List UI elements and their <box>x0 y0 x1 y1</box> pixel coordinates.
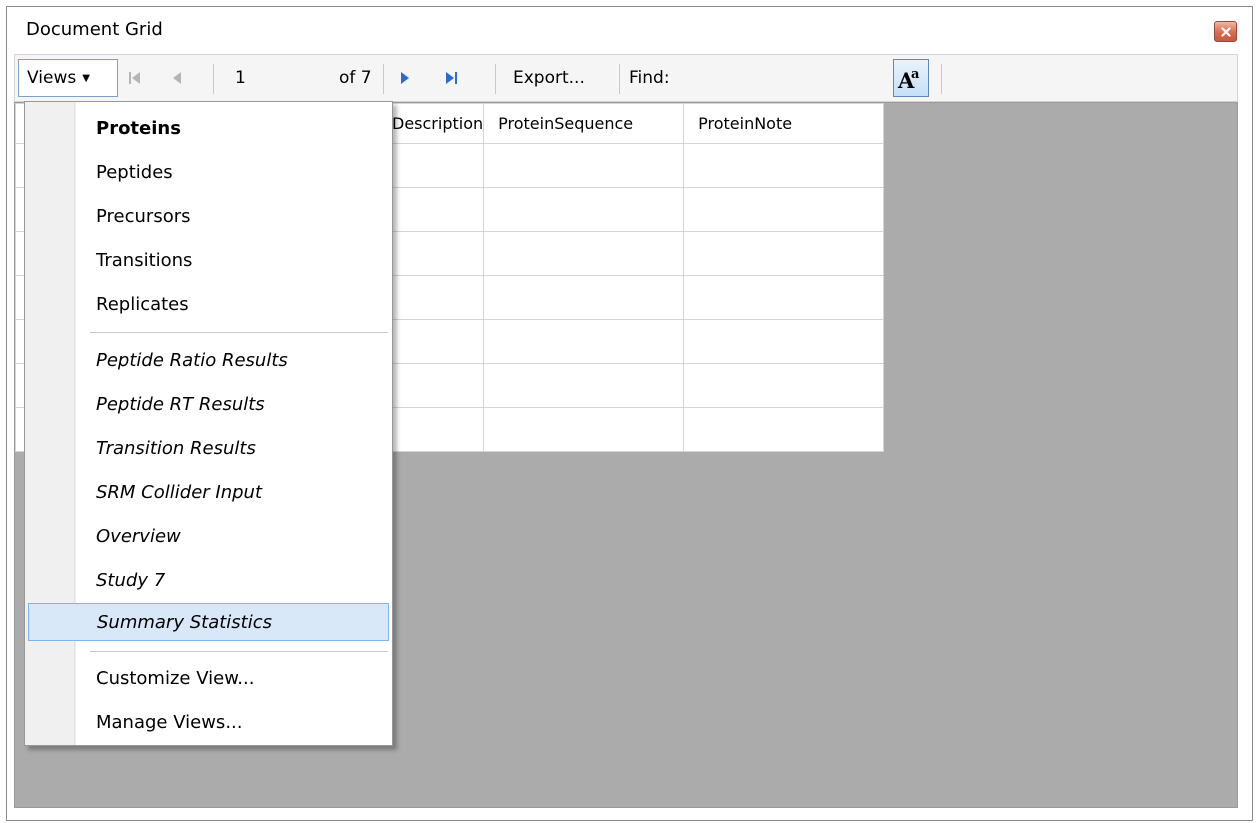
views-menu: Proteins Peptides Precursors Transitions… <box>24 101 393 746</box>
find-input[interactable] <box>697 61 887 95</box>
previous-page-button[interactable] <box>165 55 189 101</box>
toolbar-separator <box>619 64 620 94</box>
menu-item-precursors[interactable]: Precursors <box>28 197 389 235</box>
last-page-icon <box>439 55 463 101</box>
close-icon <box>1220 26 1231 37</box>
table-cell[interactable] <box>483 231 685 276</box>
toolbar-separator <box>213 64 214 94</box>
column-header-protein-note[interactable]: ProteinNote <box>683 103 885 144</box>
menu-item-manage-views[interactable]: Manage Views... <box>28 703 389 741</box>
views-label: Views <box>27 68 77 88</box>
table-cell[interactable] <box>683 143 885 188</box>
next-page-button[interactable] <box>393 55 417 101</box>
menu-separator <box>90 332 388 333</box>
views-dropdown-button[interactable]: Views ▼ <box>18 59 118 97</box>
menu-item-srm-collider-input[interactable]: SRM Collider Input <box>28 473 389 511</box>
menu-item-peptide-ratio-results[interactable]: Peptide Ratio Results <box>28 341 389 379</box>
svg-text:a: a <box>911 67 920 82</box>
table-cell[interactable] <box>483 187 685 232</box>
page-number-input[interactable] <box>231 60 327 96</box>
table-cell[interactable] <box>683 275 885 320</box>
page-count-label: of 7 <box>339 68 372 88</box>
menu-item-customize-view[interactable]: Customize View... <box>28 659 389 697</box>
menu-separator <box>90 651 388 652</box>
table-cell[interactable] <box>683 187 885 232</box>
toolbar-separator <box>941 64 942 94</box>
table-cell[interactable] <box>483 407 685 452</box>
menu-item-transitions[interactable]: Transitions <box>28 241 389 279</box>
next-page-icon <box>393 55 417 101</box>
first-page-icon <box>123 55 147 101</box>
last-page-button[interactable] <box>439 55 463 101</box>
close-button[interactable] <box>1214 21 1237 42</box>
menu-item-summary-statistics[interactable]: Summary Statistics <box>28 603 389 641</box>
column-header-protein-sequence[interactable]: ProteinSequence <box>483 103 685 144</box>
menu-item-proteins[interactable]: Proteins <box>28 109 389 147</box>
menu-item-overview[interactable]: Overview <box>28 517 389 555</box>
find-label: Find: <box>629 68 670 88</box>
menu-item-replicates[interactable]: Replicates <box>28 285 389 323</box>
toolbar-separator <box>495 64 496 94</box>
title-bar: Document Grid <box>7 7 1252 55</box>
table-cell[interactable] <box>483 143 685 188</box>
chevron-down-icon: ▼ <box>82 72 90 84</box>
table-cell[interactable] <box>483 319 685 364</box>
table-cell[interactable] <box>483 275 685 320</box>
table-cell[interactable] <box>683 407 885 452</box>
table-cell[interactable] <box>483 363 685 408</box>
menu-item-transition-results[interactable]: Transition Results <box>28 429 389 467</box>
toolbar: Views ▼ of 7 Export... Find: A a <box>14 54 1238 102</box>
export-button[interactable]: Export... <box>513 55 585 101</box>
table-cell[interactable] <box>683 319 885 364</box>
toolbar-separator <box>383 64 384 94</box>
table-cell[interactable] <box>683 231 885 276</box>
font-size-button[interactable]: A a <box>893 59 929 97</box>
menu-item-peptides[interactable]: Peptides <box>28 153 389 191</box>
menu-item-study-7[interactable]: Study 7 <box>28 561 389 599</box>
font-size-icon: A a <box>897 67 920 91</box>
table-cell[interactable] <box>683 363 885 408</box>
first-page-button[interactable] <box>123 55 147 101</box>
previous-page-icon <box>165 55 189 101</box>
window-title: Document Grid <box>26 19 163 40</box>
menu-item-peptide-rt-results[interactable]: Peptide RT Results <box>28 385 389 423</box>
